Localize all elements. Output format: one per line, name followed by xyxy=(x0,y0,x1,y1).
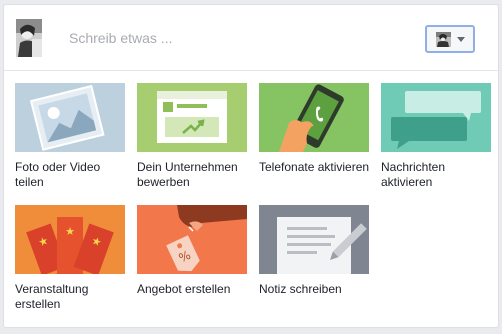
avatar[interactable] xyxy=(16,19,42,57)
tile-promote-business[interactable]: Dein Unternehmen bewerben xyxy=(137,83,249,190)
tile-phone-calls[interactable]: Telefonate aktivieren xyxy=(259,83,371,175)
offer-tag-icon: % xyxy=(137,205,247,274)
phone-call-icon xyxy=(259,83,369,152)
tile-create-offer[interactable]: % Angebot erstellen xyxy=(137,205,249,297)
tile-write-note[interactable]: Notiz schreiben xyxy=(259,205,371,297)
event-tickets-icon: ★ ★ ★ xyxy=(15,205,125,274)
profile-photo-icon xyxy=(436,32,451,47)
messages-icon xyxy=(381,83,491,152)
photo-video-icon xyxy=(15,83,125,152)
audience-selector-button[interactable] xyxy=(425,25,475,53)
create-post-card: Foto oder Video teilen Dein Unternehmen … xyxy=(3,4,499,328)
status-input[interactable] xyxy=(69,27,399,49)
svg-text:★: ★ xyxy=(65,225,75,238)
post-composer xyxy=(4,5,498,71)
promote-business-icon xyxy=(137,83,247,152)
chevron-down-icon xyxy=(457,37,465,42)
note-pencil-icon xyxy=(259,205,369,274)
tile-label: Notiz schreiben xyxy=(259,282,342,296)
tile-label: Telefonate aktivieren xyxy=(259,160,370,174)
tile-label: Nachrichten aktivieren xyxy=(381,160,446,189)
tile-label: Veranstaltung erstellen xyxy=(15,282,89,311)
tile-messages[interactable]: Nachrichten aktivieren xyxy=(381,83,493,190)
tile-label: Angebot erstellen xyxy=(137,282,231,296)
tile-label: Dein Unternehmen bewerben xyxy=(137,160,238,189)
tile-photo-video[interactable]: Foto oder Video teilen xyxy=(15,83,127,190)
tile-label: Foto oder Video teilen xyxy=(15,160,101,189)
tile-create-event[interactable]: ★ ★ ★ Veranstaltung erstellen xyxy=(15,205,127,312)
